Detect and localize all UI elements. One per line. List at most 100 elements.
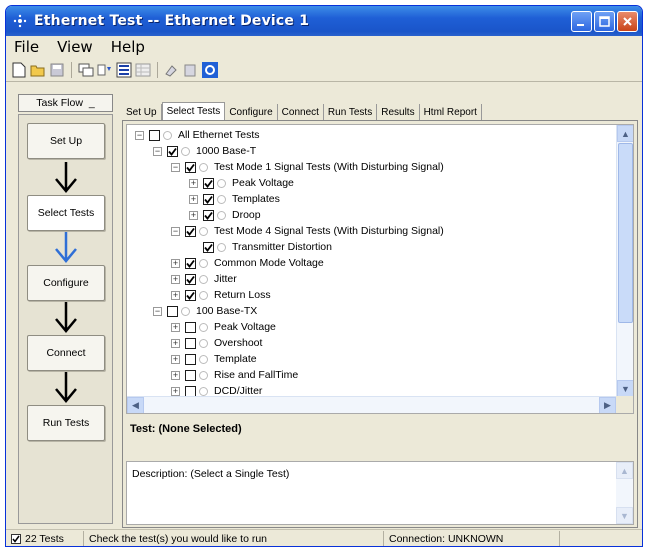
test-checkbox[interactable] [149,129,160,141]
tree-row[interactable]: Transmitter Distortion [189,239,332,255]
tree-row[interactable]: + Rise and FallTime [171,367,298,383]
desc-scroll-up-button[interactable]: ▲ [616,462,633,479]
scroll-left-button[interactable]: ◀ [127,397,144,413]
tree-row[interactable]: + Templates [189,191,280,207]
filter-icon[interactable] [96,61,114,79]
expand-node-icon[interactable]: + [171,354,180,364]
step-configure-button[interactable]: Configure [27,265,105,301]
menu-file[interactable]: File [12,38,41,56]
tree-row[interactable]: + Jitter [171,271,237,287]
title-bar[interactable]: Ethernet Test -- Ethernet Device 1 [6,6,642,36]
expand-node-icon[interactable]: + [171,290,180,300]
collapse-icon[interactable]: _ [89,97,95,109]
minimize-button[interactable] [571,10,592,32]
tree-row-label: Transmitter Distortion [232,241,332,253]
test-checkbox[interactable] [203,193,214,205]
run-icon[interactable] [115,61,133,79]
test-checkbox[interactable] [185,337,196,349]
test-tree[interactable]: − All Ethernet Tests − 1000 Base-T − Test Mod… [126,124,634,414]
paste-icon[interactable] [182,61,200,79]
step-run-tests-button[interactable]: Run Tests [27,405,105,441]
test-checkbox[interactable] [185,273,196,285]
test-checkbox[interactable] [185,385,196,397]
step-select-tests-button[interactable]: Select Tests [27,195,105,231]
info-icon[interactable] [201,61,219,79]
collapse-node-icon[interactable]: − [135,130,144,140]
status-dot-icon [199,386,208,396]
expand-node-icon[interactable]: + [189,178,198,188]
test-checkbox[interactable] [203,241,214,253]
tree-row-label: Rise and FallTime [214,369,299,381]
tab-results[interactable]: Results [377,104,420,120]
step-connect-button[interactable]: Connect [27,335,105,371]
test-checkbox[interactable] [167,305,178,317]
test-checkbox[interactable] [203,209,214,221]
tab-configure[interactable]: Configure [225,104,278,120]
toolbar-separator [71,61,72,78]
menu-help[interactable]: Help [109,38,147,56]
tree-row-label: 100 Base-TX [196,305,258,317]
tree-row[interactable]: + Template [171,351,257,367]
tree-vertical-scrollbar[interactable]: ▲ ▼ [616,125,633,397]
open-icon[interactable] [29,61,47,79]
step-set-up-button[interactable]: Set Up [27,123,105,159]
tab-connect[interactable]: Connect [278,104,324,120]
tree-row-label: Test Mode 4 Signal Tests (With Disturbin… [214,225,444,237]
tree-row[interactable]: + Return Loss [171,287,271,303]
test-checkbox[interactable] [185,257,196,269]
copy-icon[interactable] [163,61,181,79]
scroll-up-button[interactable]: ▲ [617,125,633,142]
menu-view[interactable]: View [55,38,95,56]
tree-row[interactable]: − 100 Base-TX [153,303,257,319]
test-checkbox[interactable] [185,369,196,381]
scroll-thumb[interactable] [618,143,633,323]
description-scrollbar[interactable]: ▲ ▼ [616,462,633,524]
tree-row[interactable]: + Droop [189,207,261,223]
expand-node-icon[interactable]: + [171,386,180,396]
expand-node-icon[interactable]: + [171,258,180,268]
test-checkbox[interactable] [167,145,178,157]
test-checkbox[interactable] [203,177,214,189]
test-checkbox[interactable] [185,225,196,237]
test-checkbox[interactable] [185,161,196,173]
collapse-node-icon[interactable]: − [153,146,162,156]
expand-node-icon[interactable]: + [171,274,180,284]
connection-status: Connection: UNKNOWN [384,530,560,546]
tree-row[interactable]: − All Ethernet Tests [135,127,260,143]
tab-html-report[interactable]: Html Report [420,104,482,120]
tree-row[interactable]: − 1000 Base-T [153,143,256,159]
expand-node-icon[interactable]: + [171,322,180,332]
expand-node-icon[interactable]: + [189,210,198,220]
test-checkbox[interactable] [185,321,196,333]
tree-horizontal-scrollbar[interactable]: ◀ ▶ [127,396,616,413]
collapse-node-icon[interactable]: − [171,226,180,236]
tree-row[interactable]: + Overshoot [171,335,262,351]
tree-row[interactable]: + Peak Voltage [189,175,294,191]
grid-icon[interactable] [134,61,152,79]
test-checkbox[interactable] [185,353,196,365]
scroll-corner [616,396,633,413]
tab-run-tests[interactable]: Run Tests [324,104,378,120]
save-icon[interactable] [48,61,66,79]
collapse-node-icon[interactable]: − [171,162,180,172]
tree-row[interactable]: − Test Mode 1 Signal Tests (With Disturbi… [171,159,444,175]
scroll-right-button[interactable]: ▶ [599,397,616,413]
tree-row[interactable]: − Test Mode 4 Signal Tests (With Disturbi… [171,223,444,239]
tab-select-tests[interactable]: Select Tests [161,102,226,120]
expand-node-icon[interactable]: + [189,194,198,204]
test-checkbox[interactable] [185,289,196,301]
collapse-node-icon[interactable]: − [153,306,162,316]
scroll-down-button[interactable]: ▼ [617,380,633,397]
expand-node-icon[interactable]: + [171,338,180,348]
expand-node-icon[interactable]: + [171,370,180,380]
maximize-button[interactable] [594,10,615,32]
desc-scroll-down-button[interactable]: ▼ [616,507,633,524]
tree-row[interactable]: + Peak Voltage [171,319,276,335]
new-icon[interactable] [10,61,28,79]
properties-icon[interactable] [77,61,95,79]
task-flow-header[interactable]: Task Flow _ [18,94,113,112]
description-box[interactable]: Description: (Select a Single Test) ▲ ▼ [126,461,634,525]
tree-row[interactable]: + Common Mode Voltage [171,255,324,271]
close-button[interactable] [617,10,638,32]
tab-set-up[interactable]: Set Up [122,104,162,120]
